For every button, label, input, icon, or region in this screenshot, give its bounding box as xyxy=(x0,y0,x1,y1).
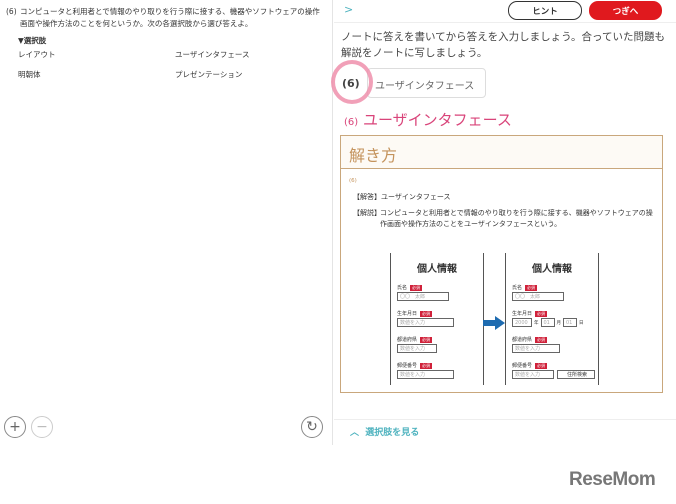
choice-item: レイアウト xyxy=(18,50,56,59)
next-button[interactable]: つぎへ xyxy=(589,1,662,20)
choices-label: ▼選択肢 xyxy=(18,36,47,45)
divider xyxy=(334,419,676,420)
rotate-button[interactable]: ↻ xyxy=(301,416,323,438)
show-choices-button[interactable]: ︿ 選択肢を見る xyxy=(350,425,419,438)
result-answer: (6) ユーザインタフェース xyxy=(344,111,512,129)
hint-button[interactable]: ヒント xyxy=(508,1,582,20)
question: (6) コンピュータと利用者とで情報のやり取りを行う際に接する、機器やソフトウェ… xyxy=(6,6,326,30)
divider xyxy=(334,22,676,23)
question-panel: (6) コンピュータと利用者とで情報のやり取りを行う際に接する、機器やソフトウェ… xyxy=(0,0,333,445)
zoom-out-button[interactable]: − xyxy=(31,416,53,438)
question-text: コンピュータと利用者とで情報のやり取りを行う際に接する、機器やソフトウェアの操作… xyxy=(20,7,320,28)
explanation-box: 解き方 (6) 【解答】ユーザインタフェース 【解説】 コンピュータと利用者とで情… xyxy=(340,135,663,393)
chevron-right-icon[interactable]: > xyxy=(344,3,353,16)
form-after-figure: 個人情報 氏名 必須 〇〇 太郎 生年月日 必須 2000 年 01 月 01 日 都道府… xyxy=(505,253,599,385)
form-before-figure: 個人情報 氏名 必須 〇〇 太郎 生年月日 必須 数値を入力 都道府県 必須 数値を入… xyxy=(390,253,484,385)
zoom-in-button[interactable]: + xyxy=(4,416,26,438)
highlight-circle xyxy=(331,60,373,104)
choice-item: 明朝体 xyxy=(18,70,41,79)
choice-item: ユーザインタフェース xyxy=(175,50,250,59)
chevron-up-icon: ︿ xyxy=(350,428,360,438)
explanation-text: 【解説】 コンピュータと利用者とで情報のやり取りを行う際に接する、機器やソフトウェ… xyxy=(353,209,653,228)
answer-input[interactable]: ユーザインタフェース xyxy=(367,68,486,98)
arrow-right-icon xyxy=(483,316,505,330)
resemom-logo: ReseMom xyxy=(569,469,656,490)
explanation-title: 解き方 xyxy=(341,136,662,169)
question-number: (6) xyxy=(6,7,17,16)
choice-item: プレゼンテーション xyxy=(175,70,243,79)
explanation-answer: 【解答】ユーザインタフェース xyxy=(353,193,451,201)
explanation-number: (6) xyxy=(349,178,357,184)
instruction-text: ノートに答えを書いてから答えを入力しましょう。合っていた問題も解説をノートに写し… xyxy=(341,31,666,59)
